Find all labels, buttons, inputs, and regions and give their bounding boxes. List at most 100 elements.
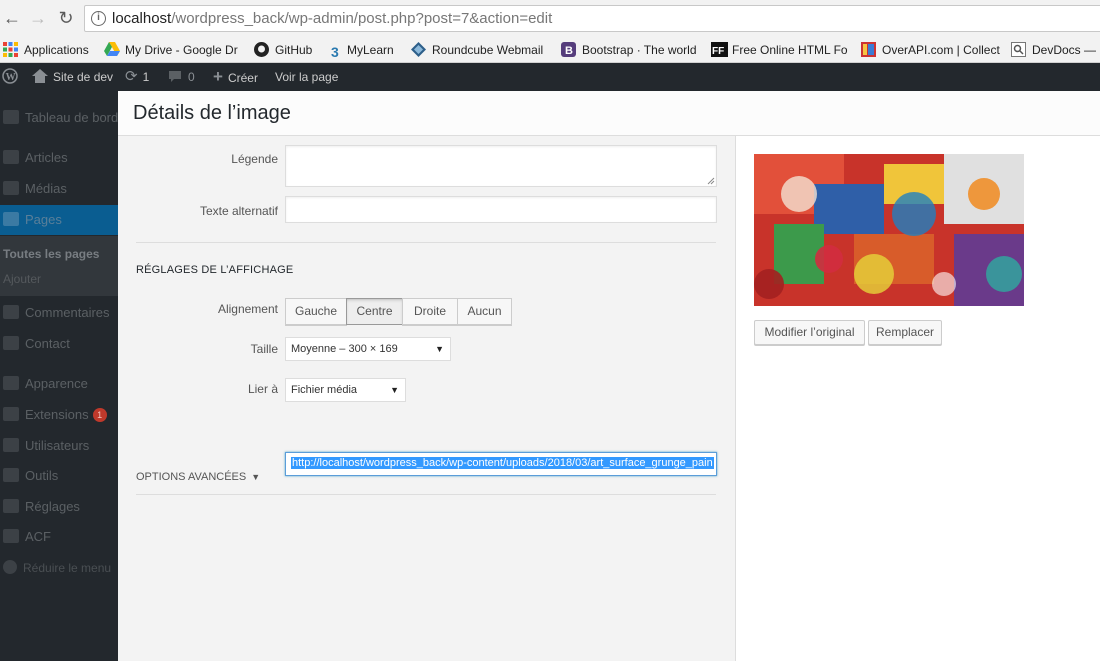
- admin-bar-updates[interactable]: ⟳ 1: [125, 63, 149, 91]
- modal-header: Détails de l’image: [118, 91, 1100, 136]
- bookmark-applications[interactable]: Applications: [3, 41, 89, 59]
- svg-text:B: B: [565, 45, 573, 57]
- admin-sidebar: Tableau de bord Articles Médias Pages To…: [0, 91, 118, 661]
- admin-bar-new[interactable]: + Créer: [213, 63, 258, 91]
- devdocs-icon: [1011, 42, 1026, 57]
- display-settings-heading: RÉGLAGES DE L’AFFICHAGE: [136, 264, 294, 276]
- size-label: Taille: [250, 342, 278, 356]
- link-url-input[interactable]: http://localhost/wordpress_back/wp-conte…: [285, 452, 717, 476]
- image-thumbnail: [754, 154, 1024, 306]
- sidebar-collapse-menu[interactable]: Réduire le menu: [0, 553, 118, 583]
- sidebar-item-contact[interactable]: Contact: [0, 329, 118, 359]
- mail-icon: [3, 336, 19, 350]
- bookmark-bootstrap[interactable]: B Bootstrap · The world: [561, 41, 697, 59]
- address-bar[interactable]: i localhost/wordpress_back/wp-admin/post…: [84, 5, 1100, 32]
- sidebar-item-dashboard[interactable]: Tableau de bord: [0, 103, 118, 133]
- submenu-all-pages[interactable]: Toutes les pages: [3, 247, 99, 261]
- home-icon: [32, 69, 48, 83]
- back-icon[interactable]: ←: [2, 8, 22, 28]
- section-divider: [136, 494, 716, 495]
- sidebar-item-settings[interactable]: Réglages: [0, 492, 118, 522]
- alt-text-label: Texte alternatif: [199, 204, 278, 218]
- sidebar-item-users[interactable]: Utilisateurs: [0, 431, 118, 461]
- bookmark-mylearn[interactable]: 3 MyLearn: [331, 41, 394, 60]
- link-url-selected-text: http://localhost/wordpress_back/wp-conte…: [291, 457, 714, 469]
- dropdown-caret-icon: ▼: [435, 344, 444, 354]
- brush-icon: [3, 376, 19, 390]
- ff-icon: FF: [711, 42, 728, 57]
- overapi-icon: [861, 42, 876, 57]
- modal-title: Détails de l’image: [133, 102, 291, 124]
- bootstrap-icon: B: [561, 42, 576, 57]
- advanced-options-toggle[interactable]: OPTIONS AVANCÉES ▼: [136, 471, 260, 483]
- submenu-add[interactable]: Ajouter: [3, 272, 41, 286]
- sidebar-item-appearance[interactable]: Apparence: [0, 369, 118, 399]
- wp-admin-bar: W Site de dev ⟳ 1 0 + Créer Voir la page: [0, 63, 1100, 91]
- tools-icon: [3, 468, 19, 482]
- section-divider: [136, 242, 716, 243]
- image-preview-panel: Modifier l’original Remplacer: [735, 136, 1100, 661]
- github-icon: [254, 42, 269, 57]
- browser-toolbar: ← → ↻ i localhost/wordpress_back/wp-admi…: [0, 0, 1100, 37]
- admin-bar-comments[interactable]: 0: [168, 63, 195, 91]
- bookmark-overapi[interactable]: OverAPI.com | Collect: [861, 41, 1000, 59]
- comments-icon: [3, 305, 19, 319]
- resize-handle-icon[interactable]: [707, 177, 715, 185]
- sidebar-item-pages[interactable]: Pages: [0, 205, 118, 235]
- sidebar-item-tools[interactable]: Outils: [0, 461, 118, 491]
- extensions-badge: 1: [92, 408, 107, 422]
- sidebar-item-acf[interactable]: ACF: [0, 522, 118, 552]
- link-to-select[interactable]: Fichier média ▼: [285, 378, 406, 402]
- dropdown-caret-icon: ▼: [390, 385, 399, 395]
- caption-textarea[interactable]: [285, 145, 717, 187]
- alt-text-input[interactable]: [285, 196, 717, 223]
- info-icon[interactable]: i: [91, 11, 106, 26]
- bookmark-github[interactable]: GitHub: [254, 41, 312, 59]
- caption-label: Légende: [231, 152, 278, 166]
- replace-button[interactable]: Remplacer: [868, 320, 942, 345]
- sidebar-item-comments[interactable]: Commentaires: [0, 298, 118, 328]
- align-right-button[interactable]: Droite: [402, 298, 458, 325]
- edit-original-button[interactable]: Modifier l’original: [754, 320, 865, 345]
- link-to-label: Lier à: [247, 382, 278, 396]
- admin-bar-site[interactable]: Site de dev: [32, 63, 113, 91]
- sidebar-item-extensions[interactable]: Extensions 1: [0, 400, 118, 430]
- reload-icon[interactable]: ↻: [56, 8, 76, 28]
- bookmarks-bar: Applications My Drive - Google Dr GitHub…: [0, 37, 1100, 63]
- size-select[interactable]: Moyenne – 300 × 169 ▼: [285, 337, 451, 361]
- users-icon: [3, 438, 19, 452]
- sidebar-submenu: Toutes les pages Ajouter: [0, 236, 118, 296]
- svg-text:W: W: [6, 72, 16, 83]
- pin-icon: [3, 150, 19, 164]
- acf-icon: [3, 529, 19, 543]
- plus-icon: +: [213, 67, 223, 86]
- pages-icon: [3, 212, 19, 226]
- align-none-button[interactable]: Aucun: [457, 298, 512, 325]
- align-left-button[interactable]: Gauche: [285, 298, 347, 325]
- wordpress-logo-icon[interactable]: W: [2, 63, 18, 91]
- forward-icon[interactable]: →: [28, 8, 48, 28]
- address-url[interactable]: localhost/wordpress_back/wp-admin/post.p…: [112, 10, 552, 27]
- bookmark-google-drive[interactable]: My Drive - Google Dr: [104, 41, 238, 59]
- sidebar-item-media[interactable]: Médias: [0, 174, 118, 204]
- media-icon: [3, 181, 19, 195]
- image-details-modal: Détails de l’image Légende Texte alterna…: [118, 91, 1100, 661]
- triangle-down-icon: ▼: [251, 472, 261, 482]
- bookmark-roundcube[interactable]: Roundcube Webmail: [411, 41, 543, 59]
- image-settings-panel: Légende Texte alternatif RÉGLAGES DE L’A…: [118, 136, 735, 661]
- svg-text:FF: FF: [712, 46, 724, 57]
- comment-icon: [169, 71, 181, 82]
- align-center-button[interactable]: Centre: [346, 298, 403, 325]
- alignment-label: Alignement: [217, 302, 278, 316]
- roundcube-icon: [411, 42, 426, 57]
- collapse-icon: [3, 560, 17, 574]
- bookmark-devdocs[interactable]: DevDocs — ...: [1011, 41, 1100, 59]
- updates-icon: ⟳: [125, 68, 138, 85]
- bookmark-free-online-html[interactable]: FF Free Online HTML Fo: [711, 41, 848, 59]
- dashboard-icon: [3, 110, 19, 124]
- sidebar-item-articles[interactable]: Articles: [0, 143, 118, 173]
- plugin-icon: [3, 407, 19, 421]
- settings-icon: [3, 499, 19, 513]
- drive-icon: [104, 42, 120, 57]
- admin-bar-view-page[interactable]: Voir la page: [275, 63, 338, 91]
